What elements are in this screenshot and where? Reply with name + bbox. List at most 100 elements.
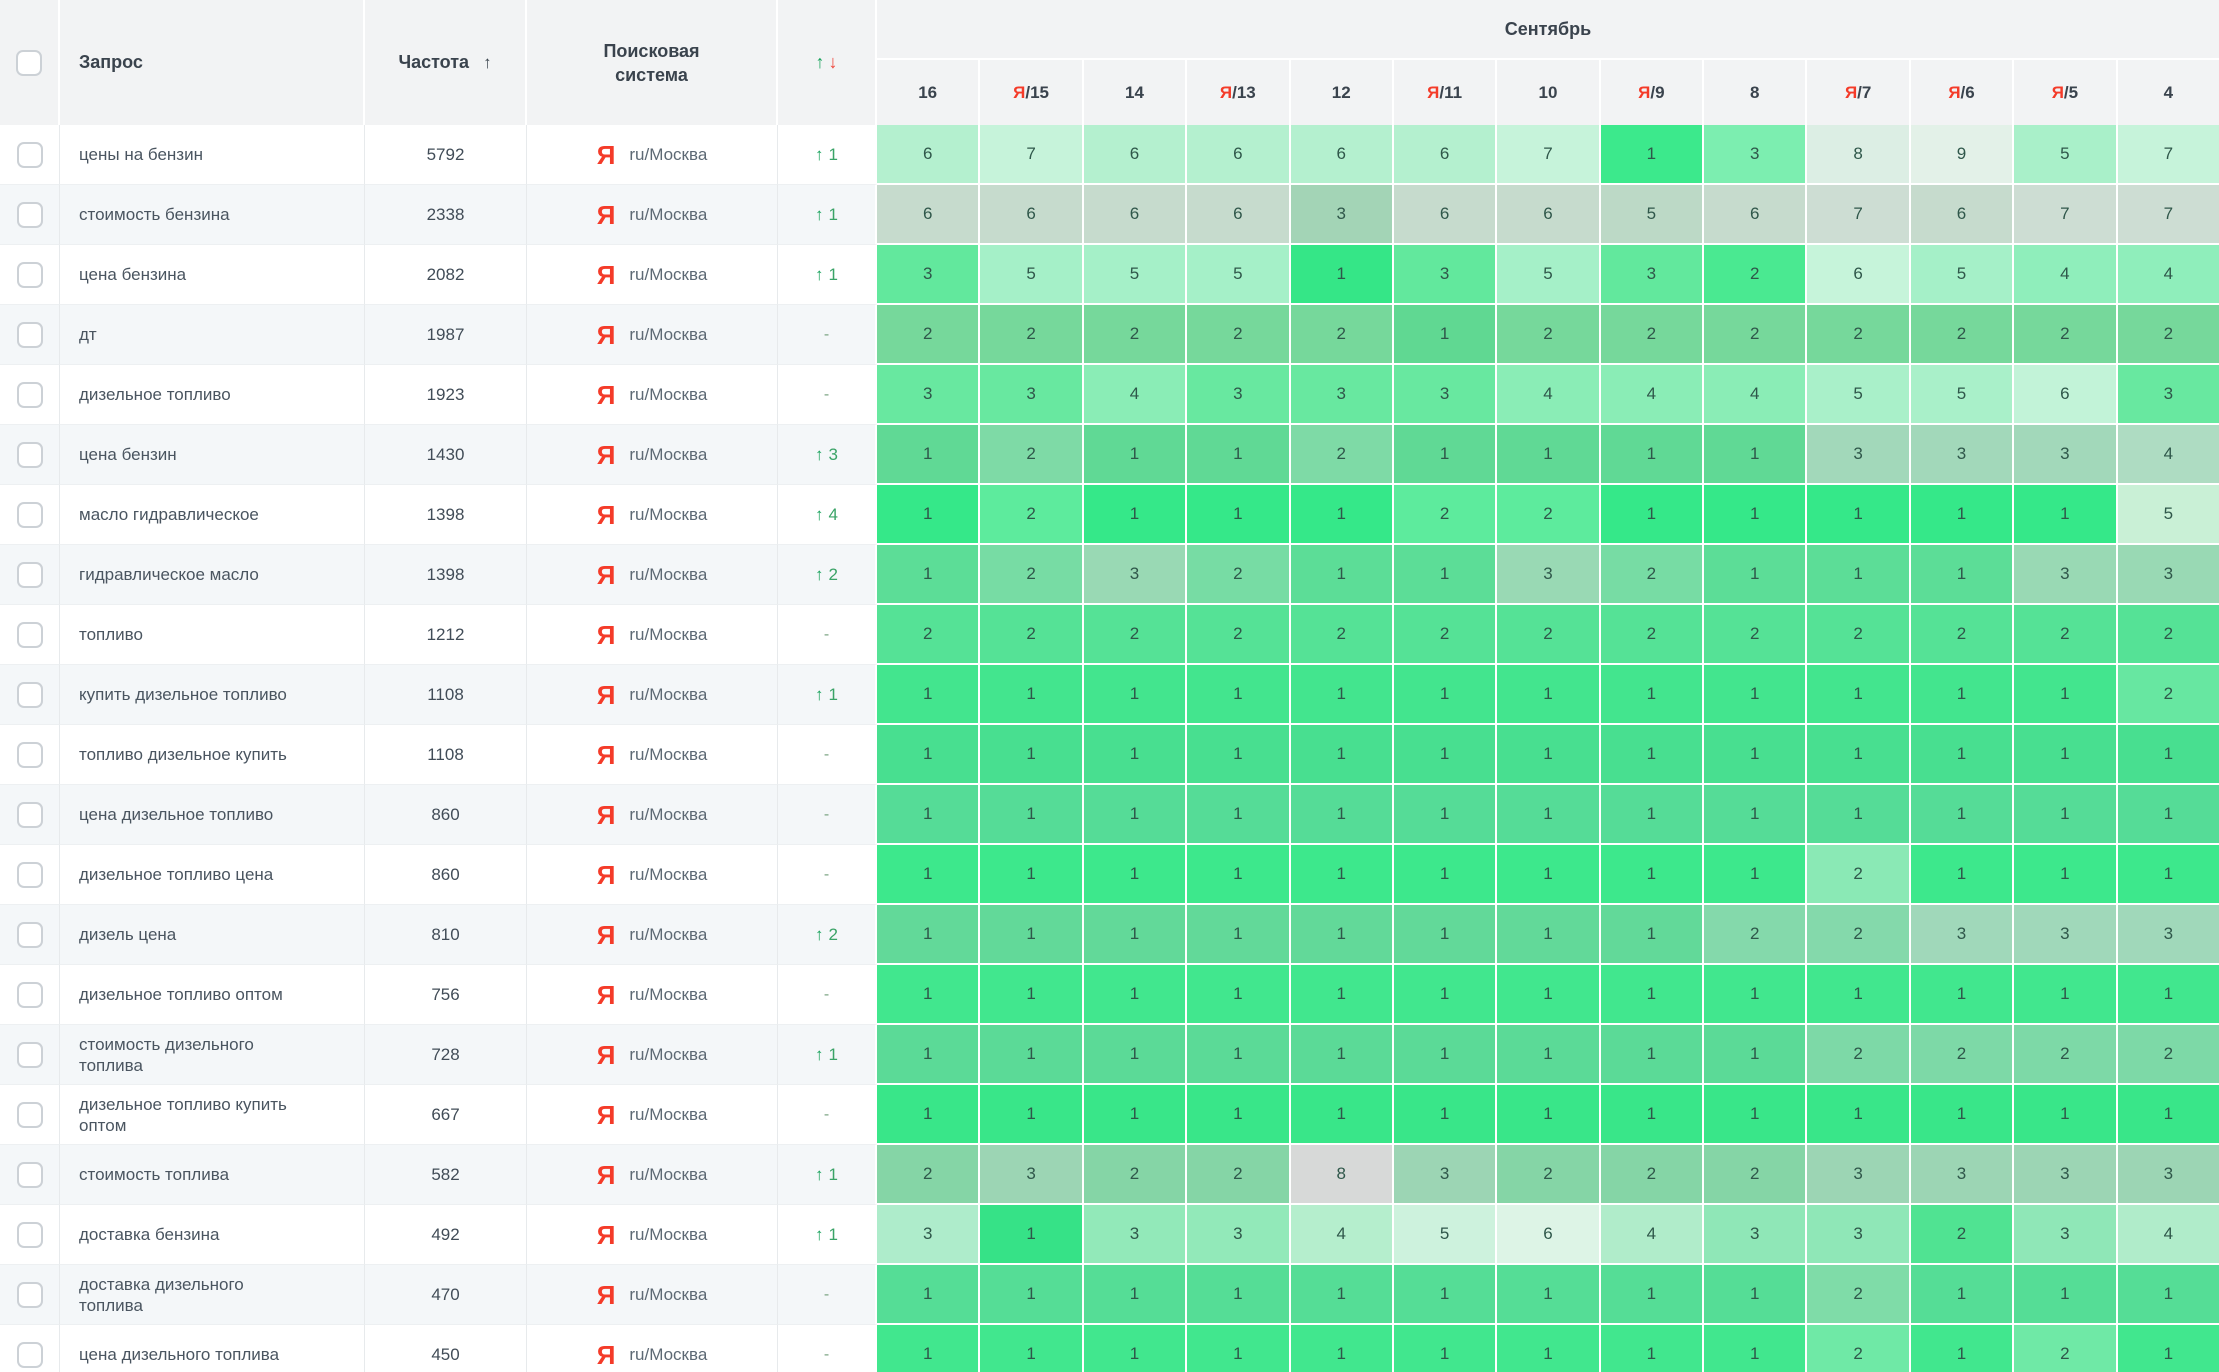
- date-column-header[interactable]: 4: [2118, 60, 2219, 125]
- query-cell[interactable]: стоимость бензина: [60, 185, 365, 245]
- position-value: 2: [2060, 1344, 2069, 1364]
- position-cell: 1: [877, 1085, 978, 1143]
- search-engine-cell: Я ru/Москва: [527, 845, 778, 905]
- row-checkbox[interactable]: [17, 142, 43, 168]
- position-value: 2: [2060, 324, 2069, 344]
- row-checkbox[interactable]: [17, 322, 43, 348]
- sort-asc-icon[interactable]: ↑: [483, 53, 492, 73]
- position-value: 1: [1440, 1344, 1449, 1364]
- column-header-engine[interactable]: Поисковая система: [527, 0, 778, 125]
- table-row: стоимость топлива 582 Я ru/Москва ↑1 232…: [0, 1145, 2219, 1205]
- position-value: 1: [1647, 1104, 1656, 1124]
- query-cell[interactable]: цена дизельного топлива: [60, 1325, 365, 1372]
- query-cell[interactable]: дизельное топливо: [60, 365, 365, 425]
- row-checkbox[interactable]: [17, 382, 43, 408]
- query-cell[interactable]: цены на бензин: [60, 125, 365, 185]
- positions-row: 1111111112111: [877, 1265, 2219, 1325]
- position-cell: 6: [1291, 125, 1392, 183]
- row-checkbox[interactable]: [17, 622, 43, 648]
- query-cell[interactable]: цена дизельное топливо: [60, 785, 365, 845]
- query-label: дизельное топливо цена: [79, 864, 273, 885]
- date-column-header[interactable]: Я/6: [1911, 60, 2012, 125]
- row-checkbox[interactable]: [17, 862, 43, 888]
- position-cell: 1: [1497, 725, 1598, 783]
- position-value: 1: [1336, 804, 1345, 824]
- date-columns-row: 16Я/1514Я/1312Я/1110Я/98Я/7Я/6Я/54: [877, 60, 2219, 125]
- date-column-header[interactable]: 8: [1704, 60, 1805, 125]
- date-column-header[interactable]: Я/9: [1601, 60, 1702, 125]
- position-cell: 1: [1394, 725, 1495, 783]
- row-checkbox[interactable]: [17, 922, 43, 948]
- date-column-header[interactable]: Я/13: [1187, 60, 1288, 125]
- position-cell: 1: [980, 1205, 1081, 1263]
- row-checkbox[interactable]: [17, 1222, 43, 1248]
- query-cell[interactable]: дизельное топливо цена: [60, 845, 365, 905]
- query-cell[interactable]: купить дизельное топливо: [60, 665, 365, 725]
- position-cell: 1: [1187, 1025, 1288, 1083]
- row-checkbox[interactable]: [17, 502, 43, 528]
- query-cell[interactable]: масло гидравлическое: [60, 485, 365, 545]
- position-value: 4: [1130, 384, 1139, 404]
- column-header-change[interactable]: ↑ ↓: [778, 0, 877, 125]
- query-label: дт: [79, 324, 97, 345]
- position-value: 1: [1233, 444, 1242, 464]
- position-value: 1: [2164, 864, 2173, 884]
- query-cell[interactable]: цена бензин: [60, 425, 365, 485]
- row-checkbox[interactable]: [17, 562, 43, 588]
- query-cell[interactable]: дизельное топливо купить оптом: [60, 1085, 365, 1145]
- row-checkbox[interactable]: [17, 262, 43, 288]
- row-checkbox[interactable]: [17, 1042, 43, 1068]
- row-checkbox[interactable]: [17, 982, 43, 1008]
- column-header-query[interactable]: Запрос: [60, 0, 365, 125]
- row-checkbox[interactable]: [17, 682, 43, 708]
- position-value: 2: [923, 624, 932, 644]
- position-cell: 2: [1807, 905, 1908, 963]
- column-header-frequency[interactable]: Частота ↑: [365, 0, 527, 125]
- query-cell[interactable]: топливо дизельное купить: [60, 725, 365, 785]
- row-checkbox[interactable]: [17, 1282, 43, 1308]
- position-cell: 1: [1911, 965, 2012, 1023]
- row-checkbox[interactable]: [17, 442, 43, 468]
- date-column-header[interactable]: 12: [1291, 60, 1392, 125]
- frequency-value: 1430: [427, 445, 465, 465]
- yandex-icon: Я: [597, 982, 616, 1008]
- query-cell[interactable]: стоимость дизельного топлива: [60, 1025, 365, 1085]
- position-cell: 1: [1911, 1265, 2012, 1323]
- position-cell: 1: [1291, 245, 1392, 303]
- query-cell[interactable]: доставка дизельного топлива: [60, 1265, 365, 1325]
- date-column-header[interactable]: Я/15: [980, 60, 1081, 125]
- row-checkbox[interactable]: [17, 802, 43, 828]
- frequency-cell: 1108: [365, 665, 527, 725]
- position-cell: 3: [877, 245, 978, 303]
- query-cell[interactable]: цена бензина: [60, 245, 365, 305]
- date-column-header[interactable]: Я/11: [1394, 60, 1495, 125]
- date-column-header[interactable]: 10: [1497, 60, 1598, 125]
- position-cell: 1: [2014, 845, 2115, 903]
- query-cell[interactable]: топливо: [60, 605, 365, 665]
- row-checkbox[interactable]: [17, 742, 43, 768]
- date-column-header[interactable]: Я/5: [2014, 60, 2115, 125]
- position-cell: 1: [1187, 425, 1288, 483]
- query-cell[interactable]: дизельное топливо оптом: [60, 965, 365, 1025]
- row-checkbox[interactable]: [17, 1342, 43, 1368]
- query-cell[interactable]: доставка бензина: [60, 1205, 365, 1265]
- date-column-header[interactable]: 14: [1084, 60, 1185, 125]
- query-cell[interactable]: дизель цена: [60, 905, 365, 965]
- position-cell: 3: [877, 365, 978, 423]
- position-value: 2: [1233, 624, 1242, 644]
- date-column-header[interactable]: Я/7: [1807, 60, 1908, 125]
- position-cell: 1: [2014, 785, 2115, 843]
- frequency-value: 1212: [427, 625, 465, 645]
- query-cell[interactable]: стоимость топлива: [60, 1145, 365, 1205]
- row-checkbox[interactable]: [17, 202, 43, 228]
- position-value: 3: [1853, 444, 1862, 464]
- query-cell[interactable]: гидравлическое масло: [60, 545, 365, 605]
- position-value: 2: [923, 324, 932, 344]
- date-column-header[interactable]: 16: [877, 60, 978, 125]
- row-checkbox[interactable]: [17, 1102, 43, 1128]
- row-checkbox[interactable]: [17, 1162, 43, 1188]
- position-value: 1: [1130, 924, 1139, 944]
- query-cell[interactable]: дт: [60, 305, 365, 365]
- select-all-checkbox[interactable]: [16, 50, 42, 76]
- position-cell: 1: [1807, 785, 1908, 843]
